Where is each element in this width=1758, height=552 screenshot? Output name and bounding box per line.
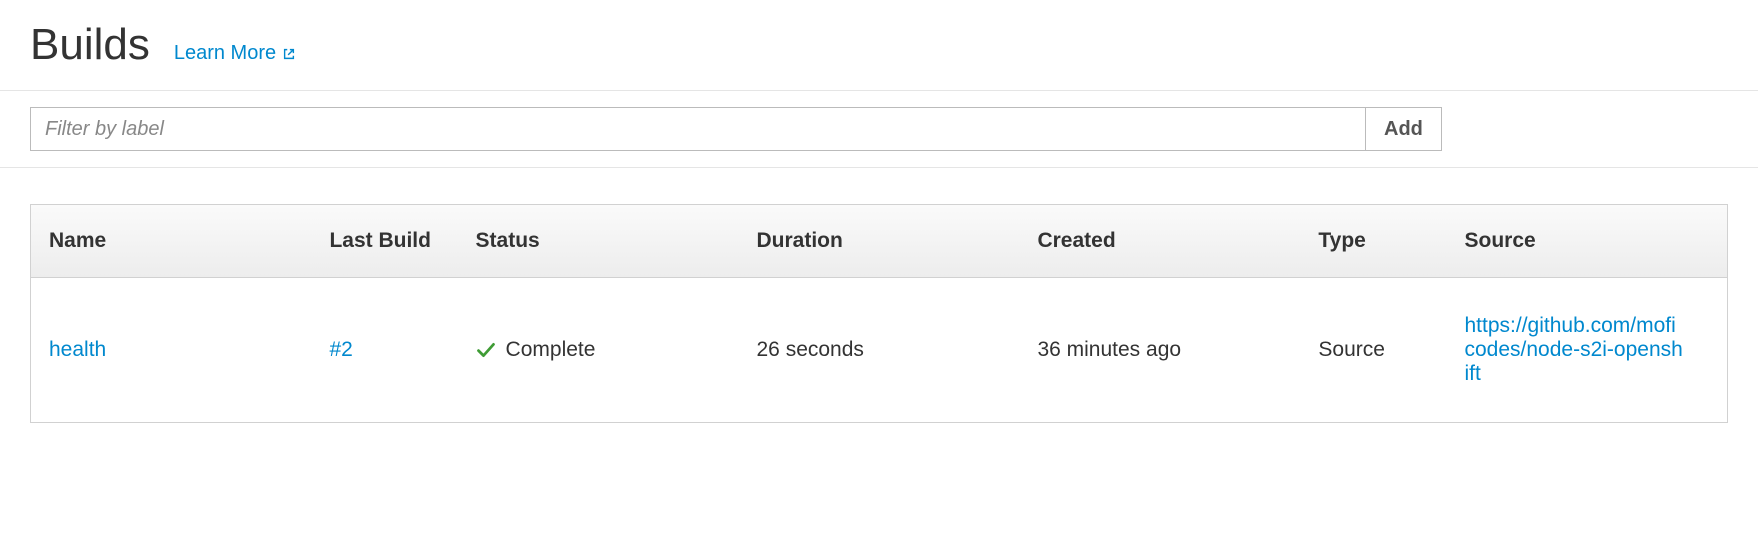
cell-last-build: #2: [311, 278, 457, 423]
cell-status: Complete: [458, 278, 739, 423]
cell-name: health: [31, 278, 312, 423]
last-build-link[interactable]: #2: [329, 338, 352, 361]
cell-type: Source: [1300, 278, 1446, 423]
page-header: Builds Learn More: [0, 0, 1758, 91]
cell-source: https://github.com/moficodes/node-s2i-op…: [1447, 278, 1728, 423]
source-link[interactable]: https://github.com/moficodes/node-s2i-op…: [1465, 314, 1685, 386]
learn-more-link[interactable]: Learn More: [174, 42, 296, 65]
table-body: health #2 Complete 26 seconds 36 minutes…: [31, 278, 1728, 423]
column-header-duration: Duration: [739, 205, 1020, 278]
status-text: Complete: [506, 338, 596, 362]
column-header-type: Type: [1300, 205, 1446, 278]
page-title: Builds: [30, 20, 150, 70]
cell-created: 36 minutes ago: [1019, 278, 1300, 423]
content-area: Name Last Build Status Duration Created …: [0, 168, 1758, 453]
external-link-icon: [282, 47, 296, 61]
check-icon: [476, 340, 496, 360]
column-header-source: Source: [1447, 205, 1728, 278]
learn-more-label: Learn More: [174, 42, 276, 65]
add-button[interactable]: Add: [1366, 107, 1442, 151]
builds-table: Name Last Build Status Duration Created …: [30, 204, 1728, 423]
cell-duration: 26 seconds: [739, 278, 1020, 423]
build-name-link[interactable]: health: [49, 338, 106, 361]
filter-bar: Add: [0, 91, 1758, 168]
table-row: health #2 Complete 26 seconds 36 minutes…: [31, 278, 1728, 423]
column-header-last-build: Last Build: [311, 205, 457, 278]
table-header: Name Last Build Status Duration Created …: [31, 205, 1728, 278]
column-header-status: Status: [458, 205, 739, 278]
column-header-created: Created: [1019, 205, 1300, 278]
column-header-name: Name: [31, 205, 312, 278]
filter-input[interactable]: [30, 107, 1366, 151]
